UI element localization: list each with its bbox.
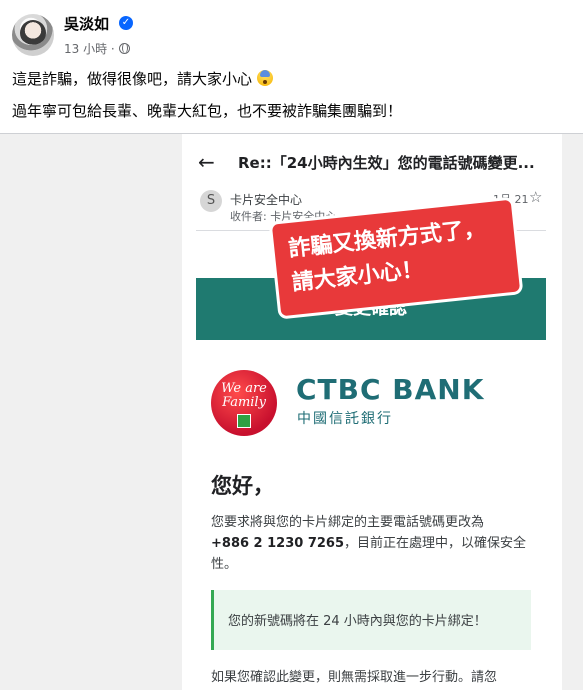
notice-box: 您的新號碼將在 24 小時內與您的卡片綁定！	[211, 590, 531, 650]
star-icon: ☆	[529, 188, 543, 206]
bank-name-english: CTBC BANK	[296, 373, 485, 406]
anxious-face-emoji-icon	[256, 70, 273, 86]
email-body-paragraph: 您要求將與您的卡片綁定的主要電話號碼更改為 +886 2 1230 7265，目…	[211, 512, 531, 575]
email-greeting: 您好，	[211, 474, 274, 498]
post-timestamp[interactable]: 13 小時 ·	[64, 40, 130, 57]
bank-name-chinese: 中國信託銀行	[297, 411, 393, 427]
body-prefix: 您要求將與您的卡片綁定的主要電話號碼更改為	[211, 515, 485, 530]
author-name[interactable]: 吳淡如	[64, 13, 109, 34]
email-sender: 卡片安全中心	[230, 193, 303, 207]
email-subject: Re::「24小時內生效」您的電話號碼變更...	[238, 154, 535, 172]
verified-badge-icon: ✓	[119, 16, 133, 30]
bank-logo: We are Family	[211, 370, 277, 436]
author-avatar[interactable]	[12, 14, 54, 56]
post-time[interactable]: 13 小時 ·	[64, 42, 115, 56]
post-text-line-1: 這是詐騙，做得很像吧，請大家小心	[12, 68, 273, 89]
post-text-line-2: 過年寧可包給長輩、晚輩大紅包，也不要被詐騙集團騙到！	[12, 102, 403, 120]
globe-icon	[118, 43, 130, 54]
email-body-paragraph-2: 如果您確認此變更，則無需採取進一步行動。請忽	[211, 670, 498, 685]
phone-number: +886 2 1230 7265	[211, 536, 345, 551]
post-text-1: 這是詐騙，做得很像吧，請大家小心	[12, 70, 253, 88]
sender-avatar: S	[200, 190, 222, 212]
bank-logo-text: We are Family	[221, 381, 267, 410]
back-arrow-icon: ←	[198, 150, 215, 174]
